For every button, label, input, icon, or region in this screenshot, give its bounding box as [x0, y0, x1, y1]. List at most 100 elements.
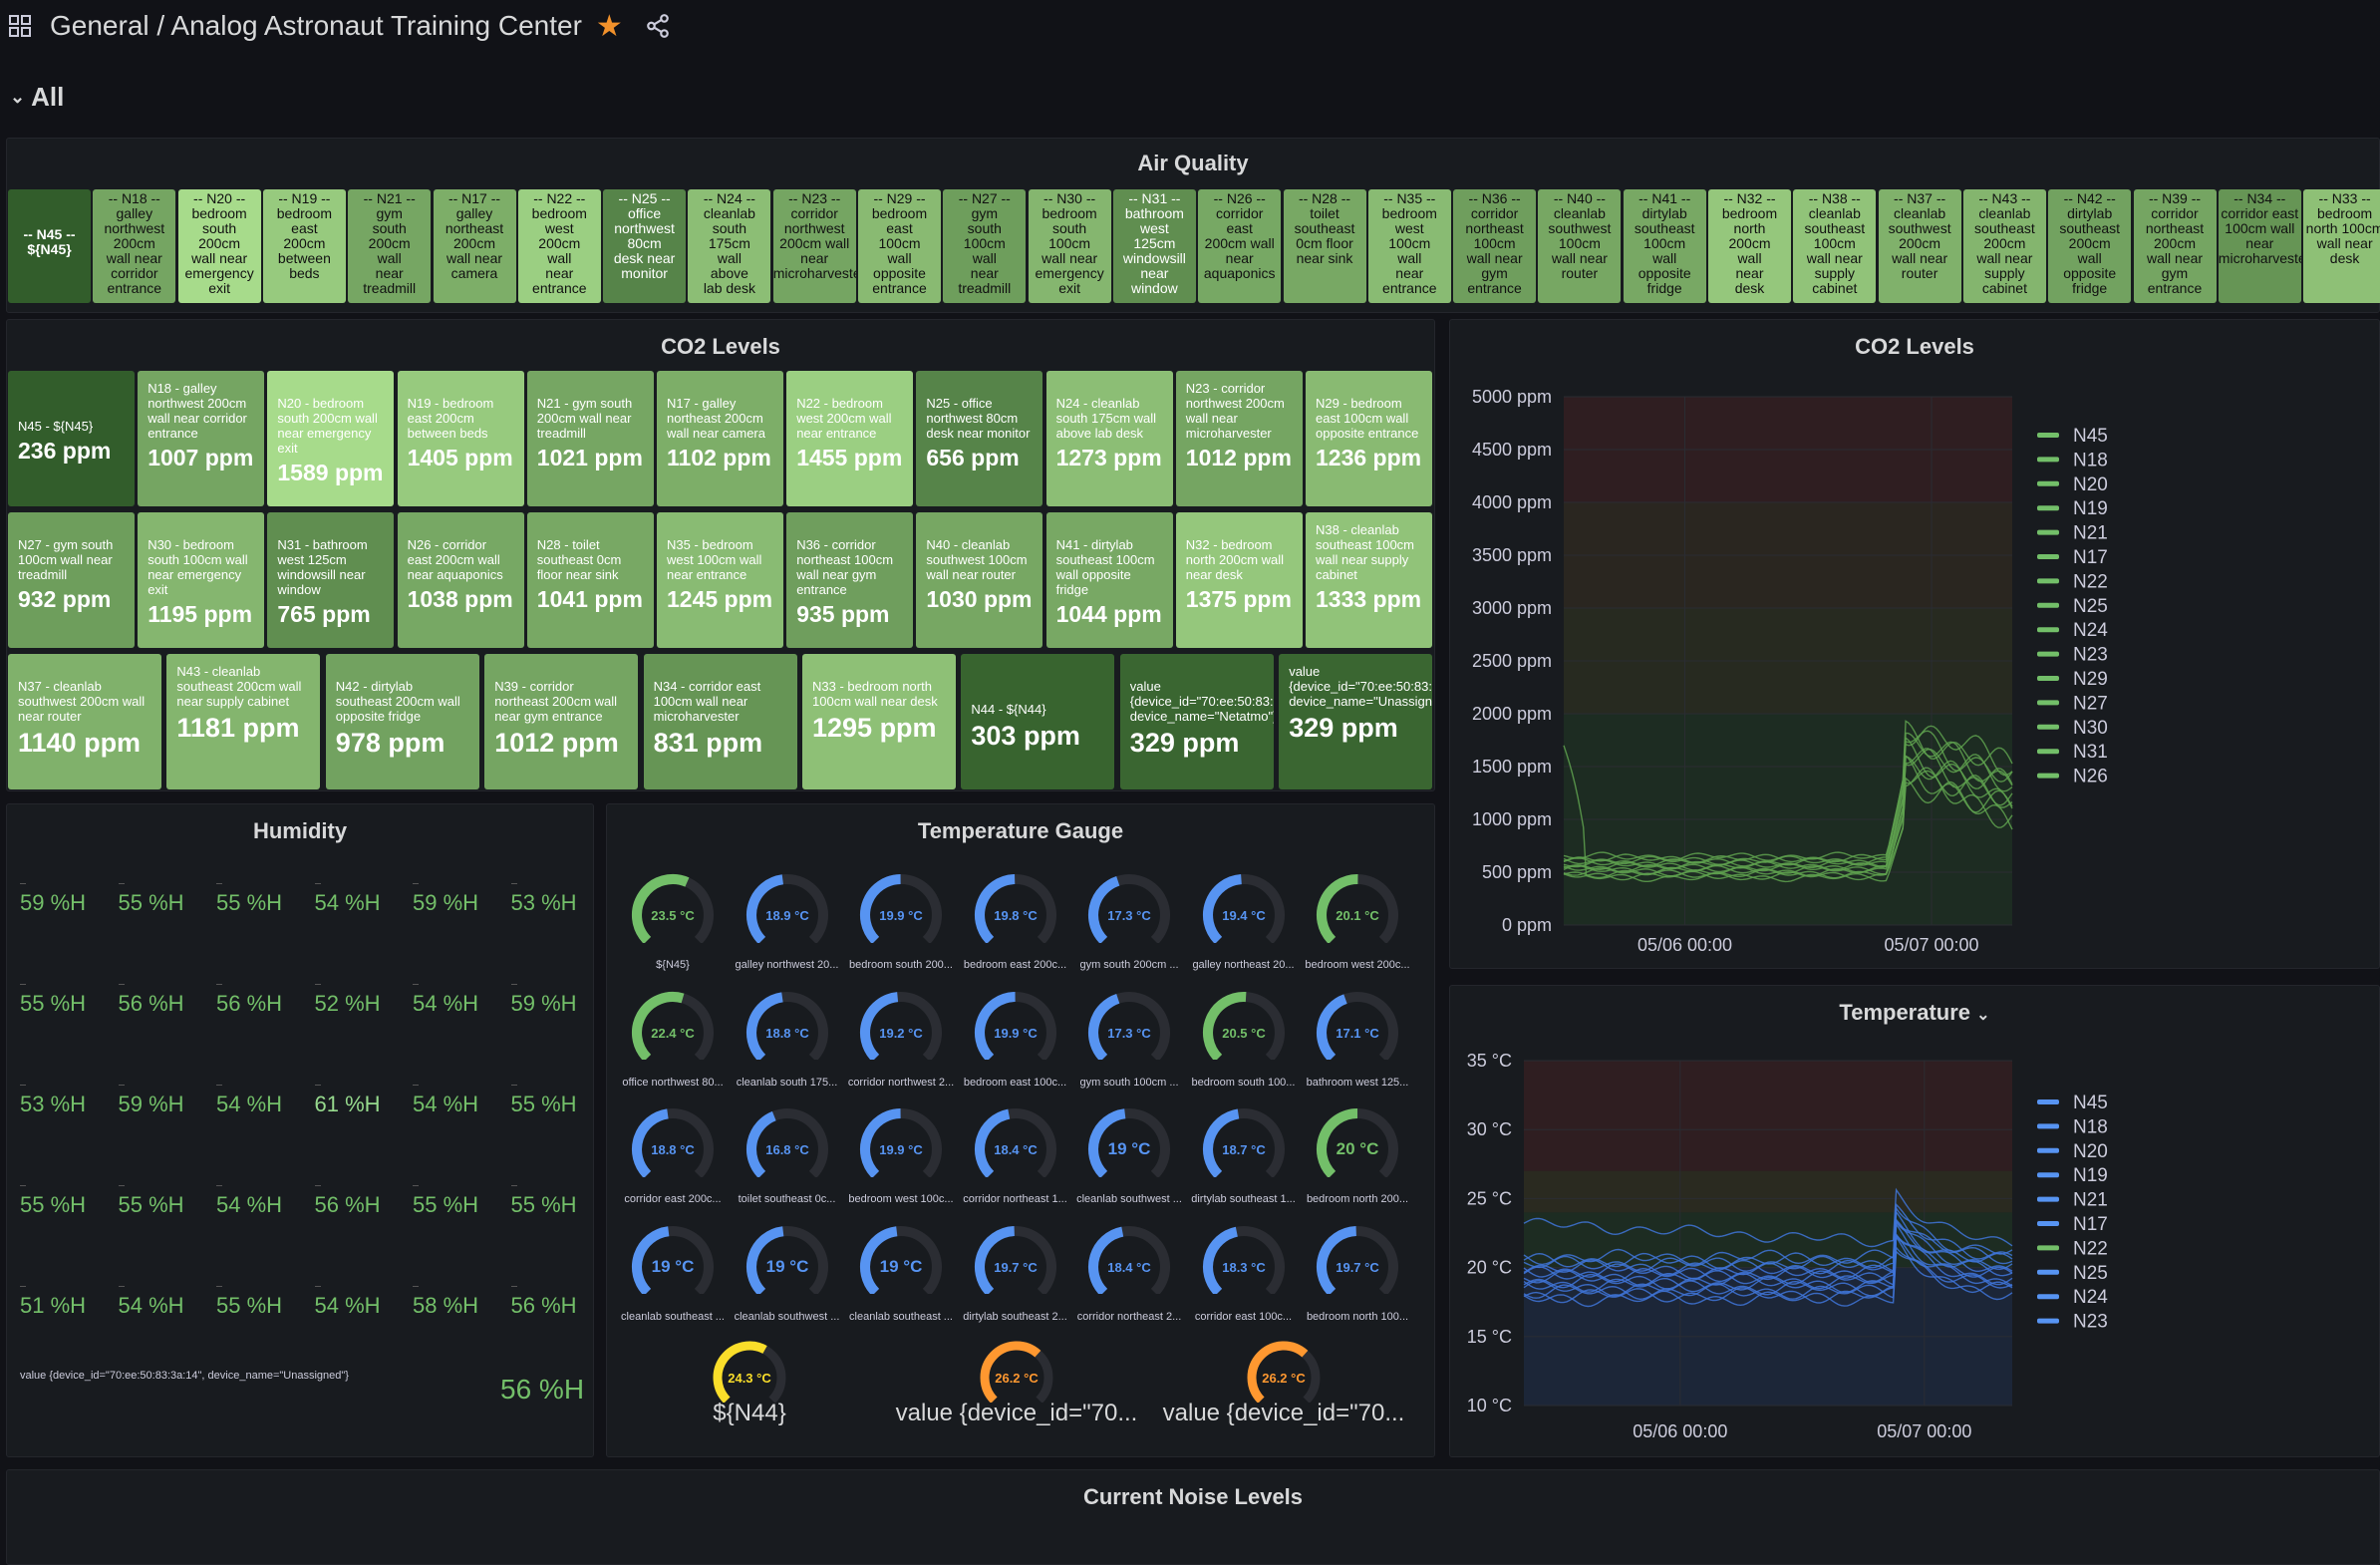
co2-tile[interactable]: N42 - dirtylab southeast 200cm wall oppo… [325, 654, 479, 789]
co2-tile[interactable]: N25 - office northwest 80cm desk near mo… [916, 371, 1043, 506]
humidity-value[interactable]: 55 %H [216, 1293, 282, 1319]
air-quality-tile[interactable]: -- N25 -- office northwest 80cm desk nea… [603, 189, 687, 303]
co2-tile[interactable]: N23 - corridor northwest 200cm wall near… [1175, 371, 1303, 506]
co2-line-chart[interactable]: 5000 ppm 4500 ppm 4000 ppm 3500 ppm 3000 ppm… [1449, 319, 2380, 969]
co2-tile[interactable]: N21 - gym south 200cm wall near treadmil… [526, 371, 654, 506]
humidity-value[interactable]: 55 %H [511, 1192, 577, 1218]
air-quality-tile[interactable]: -- N30 -- bedroom south 100cm wall near … [1028, 189, 1111, 303]
gauge-dial[interactable]: 16.8 °C [742, 1103, 833, 1177]
humidity-value[interactable]: 56 %H [315, 1192, 381, 1218]
humidity-value[interactable]: 54 %H [216, 1192, 282, 1218]
co2-tile[interactable]: value {device_id="70:ee:50:83:3a device_… [1279, 654, 1433, 789]
gauge-dial[interactable]: 17.3 °C [1083, 869, 1175, 943]
co2-tile[interactable]: value {device_id="70:ee:50:83:3 device_n… [1119, 654, 1274, 789]
gauge-dial[interactable]: 20 °C [1312, 1103, 1403, 1177]
air-quality-tile[interactable]: -- N35 -- bedroom west 100cm wall near e… [1367, 189, 1451, 303]
co2-tile[interactable]: N39 - corridor northeast 200cm wall near… [484, 654, 639, 789]
humidity-value[interactable]: 53 %H [20, 1092, 86, 1117]
air-quality-tile[interactable]: -- N28 -- toilet southeast 0cm floor nea… [1283, 189, 1366, 303]
co2-tile[interactable]: N36 - corridor northeast 100cm wall near… [786, 512, 914, 648]
gauge-dial[interactable]: 19 °C [627, 1221, 719, 1295]
gauge-dial[interactable]: 19.7 °C [1312, 1221, 1403, 1295]
co2-tile[interactable]: N44 - ${N44} 303 ppm [961, 654, 1115, 789]
co2-tile[interactable]: N34 - corridor east 100cm wall near micr… [643, 654, 797, 789]
humidity-value[interactable]: 55 %H [511, 1092, 577, 1117]
air-quality-tile[interactable]: -- N18 -- galley northwest 200cm wall ne… [93, 189, 176, 303]
gauge-dial[interactable]: 24.3 °C [708, 1336, 791, 1404]
apps-grid-icon[interactable] [8, 14, 32, 38]
air-quality-tile[interactable]: -- N29 -- bedroom east 100cm wall opposi… [858, 189, 941, 303]
air-quality-tile[interactable]: -- N41 -- dirtylab southeast 100cm wall … [1623, 189, 1706, 303]
air-quality-tile[interactable]: -- N31 -- bathroom west 125cm windowsill… [1112, 189, 1196, 303]
air-quality-tile[interactable]: -- N39 -- corridor northeast 200cm wall … [2133, 189, 2217, 303]
gauge-dial[interactable]: 18.3 °C [1198, 1221, 1290, 1295]
air-quality-tile[interactable]: -- N45 -- ${N45} [8, 189, 91, 303]
gauge-dial[interactable]: 18.8 °C [627, 1103, 719, 1177]
humidity-value[interactable]: 55 %H [20, 991, 86, 1017]
co2-tile[interactable]: N37 - cleanlab southwest 200cm wall near… [8, 654, 161, 789]
humidity-value[interactable]: 54 %H [413, 991, 478, 1017]
humidity-value[interactable]: 55 %H [119, 1192, 184, 1218]
gauge-dial[interactable]: 20.1 °C [1312, 869, 1403, 943]
gauge-dial[interactable]: 18.7 °C [1198, 1103, 1290, 1177]
co2-tile[interactable]: N28 - toilet southeast 0cm floor near si… [526, 512, 654, 648]
air-quality-tile[interactable]: -- N40 -- cleanlab southwest 100cm wall … [1538, 189, 1622, 303]
co2-tile[interactable]: N35 - bedroom west 100cm wall near entra… [657, 512, 783, 648]
humidity-value[interactable]: 58 %H [413, 1293, 478, 1319]
gauge-dial[interactable]: 18.4 °C [970, 1103, 1061, 1177]
gauge-dial[interactable]: 19 °C [855, 1221, 947, 1295]
air-quality-tile[interactable]: -- N38 -- cleanlab southeast 100cm wall … [1793, 189, 1877, 303]
humidity-value[interactable]: 56 %H [511, 1293, 577, 1319]
gauge-dial[interactable]: 19.9 °C [855, 869, 947, 943]
panel-title[interactable]: Temperature Gauge [607, 818, 1434, 844]
gauge-dial[interactable]: 18.8 °C [742, 987, 833, 1061]
row-header-all[interactable]: ⌄ All [10, 82, 64, 113]
gauge-dial[interactable]: 26.2 °C [1242, 1336, 1326, 1404]
co2-tile[interactable]: N19 - bedroom east 200cm between beds 140… [397, 371, 524, 506]
air-quality-tile[interactable]: -- N23 -- corridor northwest 200cm wall … [772, 189, 856, 303]
co2-tile[interactable]: N45 - ${N45} 236 ppm [8, 371, 135, 506]
co2-tile[interactable]: N30 - bedroom south 100cm wall near emer… [138, 512, 265, 648]
co2-tile[interactable]: N20 - bedroom south 200cm wall near emer… [267, 371, 395, 506]
gauge-dial[interactable]: 18.4 °C [1083, 1221, 1175, 1295]
co2-tile[interactable]: N40 - cleanlab southwest 100cm wall near… [916, 512, 1043, 648]
humidity-value[interactable]: 54 %H [119, 1293, 184, 1319]
co2-tile[interactable]: N27 - gym south 100cm wall near treadmil… [8, 512, 135, 648]
humidity-value[interactable]: 53 %H [511, 890, 577, 916]
humidity-value[interactable]: 59 %H [413, 890, 478, 916]
gauge-dial[interactable]: 17.1 °C [1312, 987, 1403, 1061]
panel-title[interactable]: Humidity [7, 818, 593, 844]
gauge-dial[interactable]: 23.5 °C [627, 869, 719, 943]
temperature-line-chart[interactable]: 35 °C 30 °C 25 °C 20 °C 15 °C 10 °C 05/06 00:0… [1449, 985, 2380, 1457]
panel-title[interactable]: Current Noise Levels [7, 1484, 2379, 1510]
panel-title[interactable]: Air Quality [7, 151, 2379, 176]
gauge-dial[interactable]: 18.9 °C [742, 869, 833, 943]
humidity-value[interactable]: 54 %H [315, 890, 381, 916]
humidity-value[interactable]: 55 %H [413, 1192, 478, 1218]
humidity-value[interactable]: 59 %H [511, 991, 577, 1017]
gauge-dial[interactable]: 19.9 °C [855, 1103, 947, 1177]
gauge-dial[interactable]: 19.7 °C [970, 1221, 1061, 1295]
co2-tile[interactable]: N33 - bedroom north 100cm wall near desk… [802, 654, 956, 789]
gauge-dial[interactable]: 19.4 °C [1198, 869, 1290, 943]
air-quality-tile[interactable]: -- N37 -- cleanlab southwest 200cm wall … [1878, 189, 1961, 303]
panel-title[interactable]: CO2 Levels [7, 334, 1434, 360]
air-quality-tile[interactable]: -- N22 -- bedroom west 200cm wall near e… [517, 189, 601, 303]
co2-tile[interactable]: N32 - bedroom north 200cm wall near desk… [1175, 512, 1303, 648]
gauge-dial[interactable]: 22.4 °C [627, 987, 719, 1061]
co2-tile[interactable]: N41 - dirtylab southeast 100cm wall oppo… [1045, 512, 1173, 648]
air-quality-tile[interactable]: -- N43 -- cleanlab southeast 200cm wall … [1962, 189, 2046, 303]
humidity-value[interactable]: 56 %H [216, 991, 282, 1017]
gauge-dial[interactable]: 19.2 °C [855, 987, 947, 1061]
gauge-dial[interactable]: 19.9 °C [970, 987, 1061, 1061]
humidity-value[interactable]: 59 %H [20, 890, 86, 916]
share-icon[interactable] [645, 13, 671, 39]
humidity-value[interactable]: 52 %H [315, 991, 381, 1017]
air-quality-tile[interactable]: -- N21 -- gym south 200cm wall near trea… [348, 189, 432, 303]
humidity-value[interactable]: 55 %H [20, 1192, 86, 1218]
co2-tile[interactable]: N43 - cleanlab southeast 200cm wall near… [166, 654, 321, 789]
gauge-dial[interactable]: 19 °C [742, 1221, 833, 1295]
air-quality-tile[interactable]: -- N20 -- bedroom south 200cm wall near … [177, 189, 261, 303]
air-quality-tile[interactable]: -- N42 -- dirtylab southeast 200cm wall … [2048, 189, 2132, 303]
humidity-value[interactable]: 51 %H [20, 1293, 86, 1319]
